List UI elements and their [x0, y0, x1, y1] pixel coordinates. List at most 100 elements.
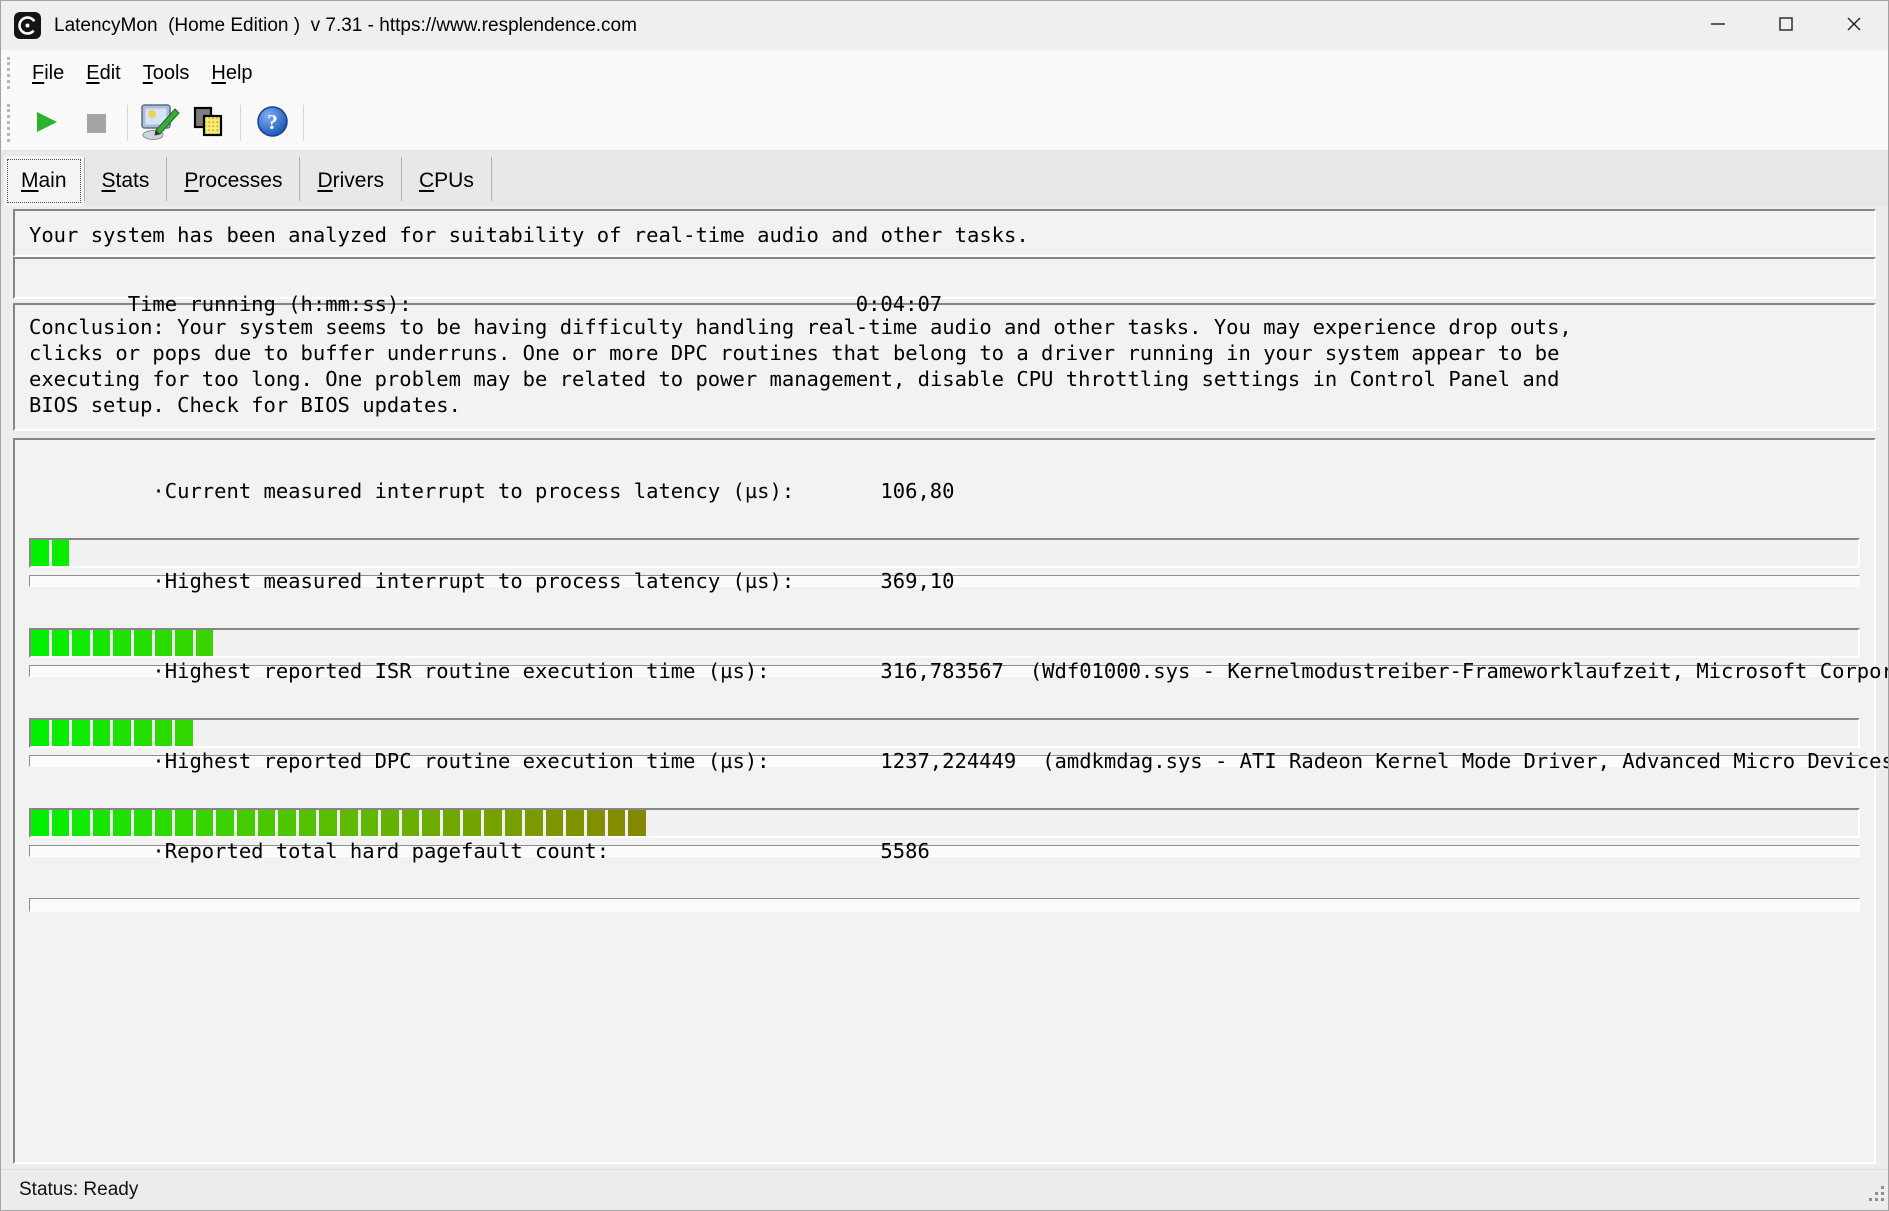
toolbar: ? [1, 96, 1888, 151]
metric-row-highest-latency: ·Highest measured interrupt to process l… [29, 542, 1860, 632]
minimize-button[interactable] [1684, 1, 1752, 50]
metric-label: ·Highest reported DPC routine execution … [152, 748, 880, 774]
meter-segment [196, 630, 214, 656]
monitor-tool-icon [138, 103, 180, 144]
meter-segment [72, 720, 90, 746]
menu-item-tools[interactable]: Tools [132, 58, 201, 89]
meter-segment [525, 810, 543, 836]
metric-row-dpc-time: ·Highest reported DPC routine execution … [29, 722, 1860, 812]
meter-segment [546, 810, 564, 836]
meter-segment [566, 810, 584, 836]
metrics-panel: ·Current measured interrupt to process l… [13, 438, 1876, 1164]
help-button[interactable]: ? [247, 101, 297, 145]
start-monitor-button[interactable] [21, 101, 71, 145]
copy-report-button[interactable] [184, 101, 234, 145]
meter-segment [381, 810, 399, 836]
meter-segment [628, 810, 646, 836]
meter-segment [72, 630, 90, 656]
meter-segment [258, 810, 276, 836]
analysis-panel: Your system has been analyzed for suitab… [13, 209, 1876, 257]
resize-grip[interactable] [1868, 1185, 1886, 1208]
meter-segment [93, 630, 111, 656]
conclusion-line: Conclusion: Your system seems to be havi… [29, 314, 1860, 340]
svg-text:?: ? [267, 110, 278, 134]
meter-segment [484, 810, 502, 836]
window-controls [1684, 1, 1888, 50]
meter-segment [31, 810, 49, 836]
tab-processes[interactable]: Processes [167, 156, 299, 206]
menu-item-file[interactable]: File [21, 58, 75, 89]
meter-segment [134, 810, 152, 836]
metric-row-current-latency: ·Current measured interrupt to process l… [29, 452, 1860, 542]
metric-label: ·Highest measured interrupt to process l… [152, 568, 880, 594]
conclusion-line: clicks or pops due to buffer underruns. … [29, 340, 1860, 366]
meter-segment [175, 630, 193, 656]
metric-value: 106,80 [880, 479, 954, 503]
metric-label: ·Current measured interrupt to process l… [152, 478, 880, 504]
meter-segment [113, 810, 131, 836]
titlebar: LatencyMon (Home Edition ) v 7.31 - http… [1, 1, 1888, 50]
close-button[interactable] [1820, 1, 1888, 50]
meter-segment [93, 810, 111, 836]
meter-segment [113, 630, 131, 656]
conclusion-line: BIOS setup. Check for BIOS updates. [29, 392, 1860, 418]
menu-item-help[interactable]: Help [200, 58, 263, 89]
tab-cpus[interactable]: CPUs [402, 156, 491, 206]
meter-segment [463, 810, 481, 836]
maximize-button[interactable] [1752, 1, 1820, 50]
meter-segment [443, 810, 461, 836]
toolbar-separator [240, 105, 241, 141]
metric-extra: (Wdf01000.sys - Kernelmodustreiber-Frame… [1030, 659, 1888, 683]
options-button[interactable] [134, 101, 184, 145]
menu-item-edit[interactable]: Edit [75, 58, 131, 89]
meter-segment [299, 810, 317, 836]
toolbar-grip[interactable] [7, 104, 11, 142]
metric-extra: (amdkmdag.sys - ATI Radeon Kernel Mode D… [1042, 749, 1888, 773]
time-running-value: 0:04:07 [856, 292, 942, 316]
menubar-grip[interactable] [7, 57, 11, 89]
meter-segment [361, 810, 379, 836]
meter-segment [319, 810, 337, 836]
meter-segment [587, 810, 605, 836]
meter-segment [175, 810, 193, 836]
meter-segment [52, 720, 70, 746]
conclusion-line: executing for too long. One problem may … [29, 366, 1860, 392]
stop-icon [87, 114, 106, 133]
conclusion-panel: Conclusion: Your system seems to be havi… [13, 303, 1876, 431]
status-bar: Status: Ready [1, 1169, 1888, 1210]
metric-row-isr-time: ·Highest reported ISR routine execution … [29, 632, 1860, 722]
meter-segment [402, 810, 420, 836]
help-icon: ? [256, 105, 289, 141]
main-page: Your system has been analyzed for suitab… [1, 206, 1888, 1169]
meter-segment [216, 810, 234, 836]
tabstrip: Main Stats Processes Drivers CPUs [1, 151, 1888, 206]
status-text: Status: Ready [19, 1179, 138, 1201]
meter-segment [72, 810, 90, 836]
toolbar-separator [303, 105, 304, 141]
metric-value: 5586 [880, 839, 929, 863]
meter-segment [31, 630, 49, 656]
meter-segment [237, 810, 255, 836]
copy-icon [192, 105, 226, 142]
stop-monitor-button[interactable] [71, 101, 121, 145]
metric-value: 316,783567 [880, 659, 1003, 683]
meter-segment [52, 540, 70, 566]
play-icon [33, 109, 59, 138]
close-icon [1847, 17, 1861, 34]
metric-label: ·Highest reported ISR routine execution … [152, 658, 880, 684]
meter-segment [31, 540, 49, 566]
thin-progress-bar [29, 898, 1860, 912]
tab-drivers[interactable]: Drivers [300, 156, 401, 206]
meter-segment [340, 810, 358, 836]
minimize-icon [1711, 17, 1725, 34]
tab-stats[interactable]: Stats [85, 156, 167, 206]
meter-segment [175, 720, 193, 746]
meter-segment [278, 810, 296, 836]
meter-segment [196, 810, 214, 836]
meter-segment [422, 810, 440, 836]
meter-segment [155, 720, 173, 746]
tab-main[interactable]: Main [4, 156, 84, 206]
meter-segment [608, 810, 626, 836]
toolbar-separator [127, 105, 128, 141]
meter-segment [113, 720, 131, 746]
